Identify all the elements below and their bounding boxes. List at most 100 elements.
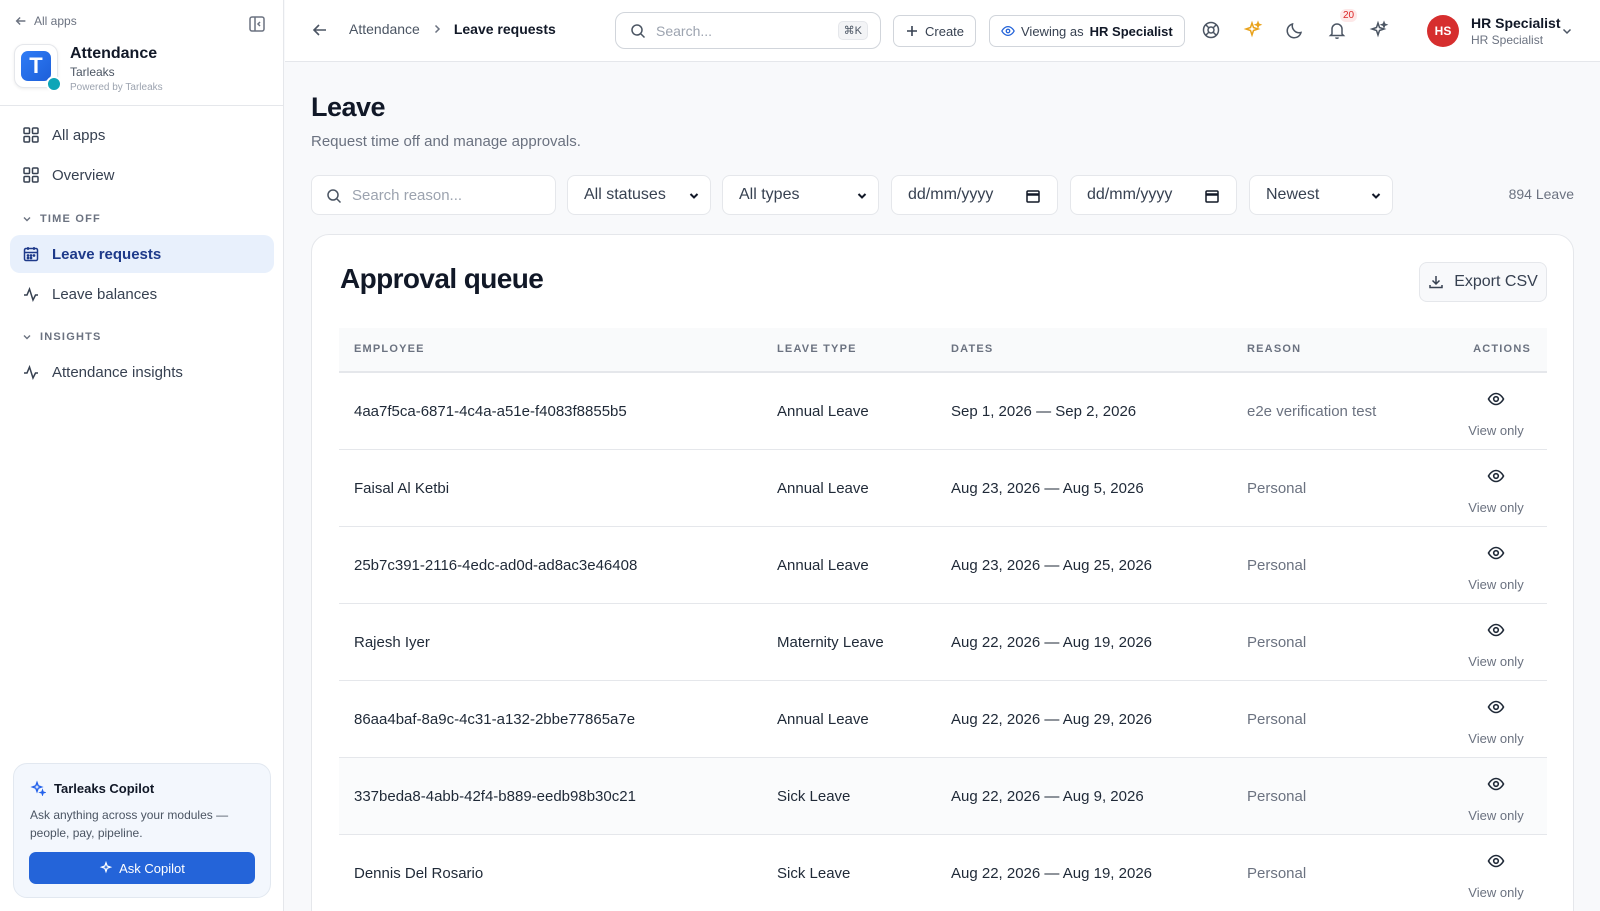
date-from-input[interactable]: dd/mm/yyyy <box>891 175 1058 215</box>
cell-dates: Aug 22, 2026 — Aug 19, 2026 <box>951 634 1152 651</box>
app-logo-letter: T <box>21 51 51 81</box>
breadcrumb-current: Leave requests <box>453 21 556 37</box>
eye-icon <box>1487 392 1505 406</box>
breadcrumb-link-attendance[interactable]: Attendance <box>349 21 420 37</box>
table-body: 4aa7f5ca-6871-4c4a-a51e-f4083f8855b5 Annu… <box>339 373 1547 911</box>
viewing-as-role: HR Specialist <box>1089 23 1173 39</box>
table-row[interactable]: 4aa7f5ca-6871-4c4a-a51e-f4083f8855b5 Annu… <box>339 373 1547 450</box>
sort-select[interactable]: Newest <box>1249 175 1393 215</box>
column-header-leave-type[interactable]: LEAVE TYPE <box>777 343 857 355</box>
bell-icon[interactable] <box>1327 20 1347 40</box>
date-to-value: dd/mm/yyyy <box>1087 186 1173 203</box>
app-title: Attendance <box>70 45 158 62</box>
cell-leave-type: Annual Leave <box>777 480 869 497</box>
eye-icon <box>1487 777 1505 791</box>
ask-copilot-button[interactable]: Ask Copilot <box>29 852 255 884</box>
all-apps-back-label: All apps <box>34 14 77 28</box>
sparkles-icon[interactable] <box>1369 20 1389 40</box>
sidebar: All apps T Attendance Tarleaks Powered b… <box>0 0 284 911</box>
sparkles-icon <box>30 780 46 796</box>
view-only-action[interactable]: View only <box>1461 698 1531 748</box>
cell-employee: 4aa7f5ca-6871-4c4a-a51e-f4083f8855b5 <box>354 403 627 420</box>
view-only-action[interactable]: View only <box>1461 621 1531 671</box>
cell-leave-type: Annual Leave <box>777 557 869 574</box>
chevron-down-icon <box>1371 193 1381 199</box>
view-only-action[interactable]: View only <box>1461 544 1531 594</box>
sort-select-value: Newest <box>1266 186 1320 203</box>
table-row[interactable]: 86aa4baf-8a9c-4c31-a132-2bbe77865a7e Annu… <box>339 681 1547 758</box>
sidebar-divider <box>0 105 284 106</box>
create-button[interactable]: Create <box>893 15 977 47</box>
export-csv-button[interactable]: Export CSV <box>1419 262 1547 302</box>
date-from-value: dd/mm/yyyy <box>908 186 994 203</box>
help-icon[interactable] <box>1201 20 1221 40</box>
global-search-input[interactable]: Search... ⌘K <box>615 12 881 49</box>
chevron-down-icon[interactable] <box>1561 25 1573 37</box>
nav-section-label: INSIGHTS <box>40 331 102 343</box>
cell-leave-type: Maternity Leave <box>777 634 884 651</box>
table-row[interactable]: 337beda8-4abb-42f4-b889-eedb98b30c21 Sick… <box>339 758 1547 835</box>
plus-icon <box>907 26 917 36</box>
sidebar-collapse-icon[interactable] <box>247 14 267 34</box>
sidebar-item-label: All apps <box>52 126 106 144</box>
view-only-action[interactable]: View only <box>1461 390 1531 440</box>
sidebar-item-label: Leave requests <box>52 245 162 263</box>
view-only-label: View only <box>1468 577 1524 592</box>
table-row[interactable]: Faisal Al Ketbi Annual Leave Aug 23, 2026 … <box>339 450 1547 527</box>
cell-employee: Rajesh Iyer <box>354 634 430 651</box>
search-icon <box>327 189 342 204</box>
all-apps-back-link[interactable]: All apps <box>14 14 77 28</box>
cell-leave-type: Sick Leave <box>777 788 851 805</box>
table-row[interactable]: 25b7c391-2116-4edc-ad0d-ad8ac3e46408 Annu… <box>339 527 1547 604</box>
activity-icon <box>24 286 38 302</box>
sparkles-icon <box>99 861 113 874</box>
type-select[interactable]: All types <box>722 175 879 215</box>
column-header-reason[interactable]: REASON <box>1247 343 1301 355</box>
ask-copilot-label: Ask Copilot <box>119 860 185 876</box>
cell-reason: Personal <box>1247 480 1307 497</box>
sparkle-gold-icon[interactable] <box>1243 20 1263 40</box>
cell-employee: Dennis Del Rosario <box>354 865 484 882</box>
view-only-label: View only <box>1468 885 1524 900</box>
cell-reason: Personal <box>1247 711 1307 728</box>
cell-leave-type: Annual Leave <box>777 403 869 420</box>
sidebar-item-attendance-insights[interactable]: Attendance insights <box>10 353 274 391</box>
arrow-left-icon <box>15 17 26 25</box>
reason-search-input[interactable]: Search reason... <box>311 175 556 215</box>
global-search-placeholder: Search... <box>656 22 713 39</box>
viewing-as-button[interactable]: Viewing as HR Specialist <box>989 15 1185 47</box>
date-to-input[interactable]: dd/mm/yyyy <box>1070 175 1237 215</box>
card-title: Approval queue <box>340 263 544 294</box>
download-icon <box>1429 276 1443 289</box>
view-only-action[interactable]: View only <box>1461 852 1531 902</box>
cell-leave-type: Sick Leave <box>777 865 851 882</box>
back-arrow-icon[interactable] <box>311 21 329 39</box>
sidebar-item-leave-requests[interactable]: Leave requests <box>10 235 274 273</box>
avatar[interactable]: HS <box>1427 15 1459 47</box>
eye-icon <box>1001 25 1015 37</box>
nav-section-time-off[interactable]: TIME OFF <box>22 213 101 225</box>
table-row[interactable]: Rajesh Iyer Maternity Leave Aug 22, 2026 —… <box>339 604 1547 681</box>
cell-employee: 86aa4baf-8a9c-4c31-a132-2bbe77865a7e <box>354 711 636 728</box>
moon-icon[interactable] <box>1285 20 1305 40</box>
nav-section-insights[interactable]: INSIGHTS <box>22 331 102 343</box>
sidebar-item-all-apps[interactable]: All apps <box>10 116 274 154</box>
column-header-dates[interactable]: DATES <box>951 343 993 355</box>
column-header-employee[interactable]: EMPLOYEE <box>354 343 425 355</box>
copilot-header: Tarleaks Copilot <box>30 780 254 796</box>
cell-reason: Personal <box>1247 634 1307 651</box>
eye-icon <box>1487 623 1505 637</box>
chevron-right-icon <box>434 24 440 34</box>
eye-icon <box>1487 546 1505 560</box>
app-status-badge <box>46 76 62 92</box>
sidebar-item-overview[interactable]: Overview <box>10 156 274 194</box>
view-only-label: View only <box>1468 731 1524 746</box>
sidebar-item-label: Leave balances <box>52 285 158 303</box>
cell-employee: 337beda8-4abb-42f4-b889-eedb98b30c21 <box>354 788 636 805</box>
status-select[interactable]: All statuses <box>567 175 711 215</box>
sidebar-item-leave-balances[interactable]: Leave balances <box>10 275 274 313</box>
view-only-action[interactable]: View only <box>1461 775 1531 825</box>
view-only-action[interactable]: View only <box>1461 467 1531 517</box>
copilot-card: Tarleaks Copilot Ask anything across you… <box>13 763 271 898</box>
table-row[interactable]: Dennis Del Rosario Sick Leave Aug 22, 2026… <box>339 835 1547 911</box>
